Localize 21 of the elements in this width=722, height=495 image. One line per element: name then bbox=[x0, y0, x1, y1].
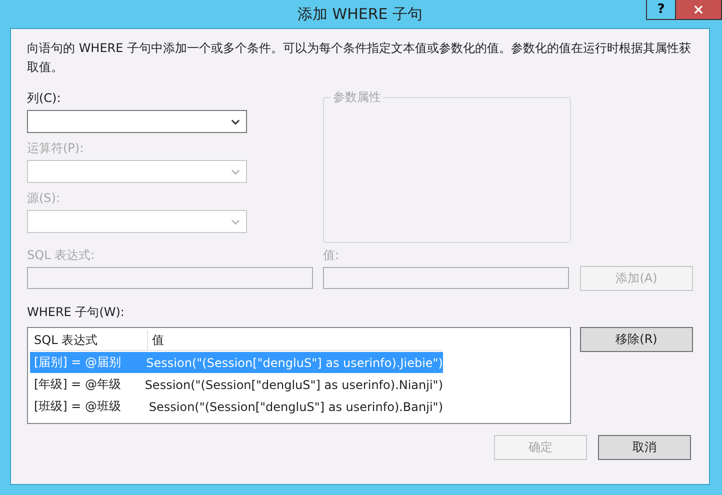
field-label: 值: bbox=[323, 247, 340, 264]
description-text: 向语句的 WHERE 子句中添加一个或多个条件。可以为每个条件指定文本值或参数化的值。参数化的值在运行时根据其属性获取值。 bbox=[27, 40, 692, 76]
column-header[interactable]: SQL 表达式 bbox=[30, 330, 148, 350]
chevron-down-icon bbox=[231, 218, 240, 224]
close-button[interactable]: × bbox=[676, 0, 722, 20]
group-title: 参数属性 bbox=[331, 90, 383, 105]
dialog-button[interactable]: 取消 bbox=[598, 435, 691, 460]
window-title: 添加 WHERE 子句 bbox=[297, 4, 423, 24]
column-header[interactable]: 值 bbox=[148, 330, 164, 350]
list-row[interactable]: [年级] = @年级 Session("(Session["dengluS"] as userinfo).Nianji") bbox=[30, 374, 443, 395]
dropdown[interactable] bbox=[27, 110, 247, 133]
chevron-down-icon bbox=[231, 118, 240, 124]
dropdown-label: 运算符(P): bbox=[27, 140, 85, 157]
dropdown-label: 列(C): bbox=[27, 90, 62, 107]
remove-button[interactable]: 移除(R) bbox=[580, 327, 693, 352]
help-button[interactable]: ? bbox=[646, 0, 676, 20]
list-row[interactable]: [班级] = @班级 Session("(Session["dengluS"] as userinfo).Banji") bbox=[30, 396, 443, 417]
list-label: WHERE 子句(W): bbox=[27, 304, 126, 321]
dropdown-label: 源(S): bbox=[27, 190, 62, 207]
chevron-down-icon bbox=[231, 168, 240, 174]
field-label: SQL 表达式: bbox=[27, 247, 96, 264]
